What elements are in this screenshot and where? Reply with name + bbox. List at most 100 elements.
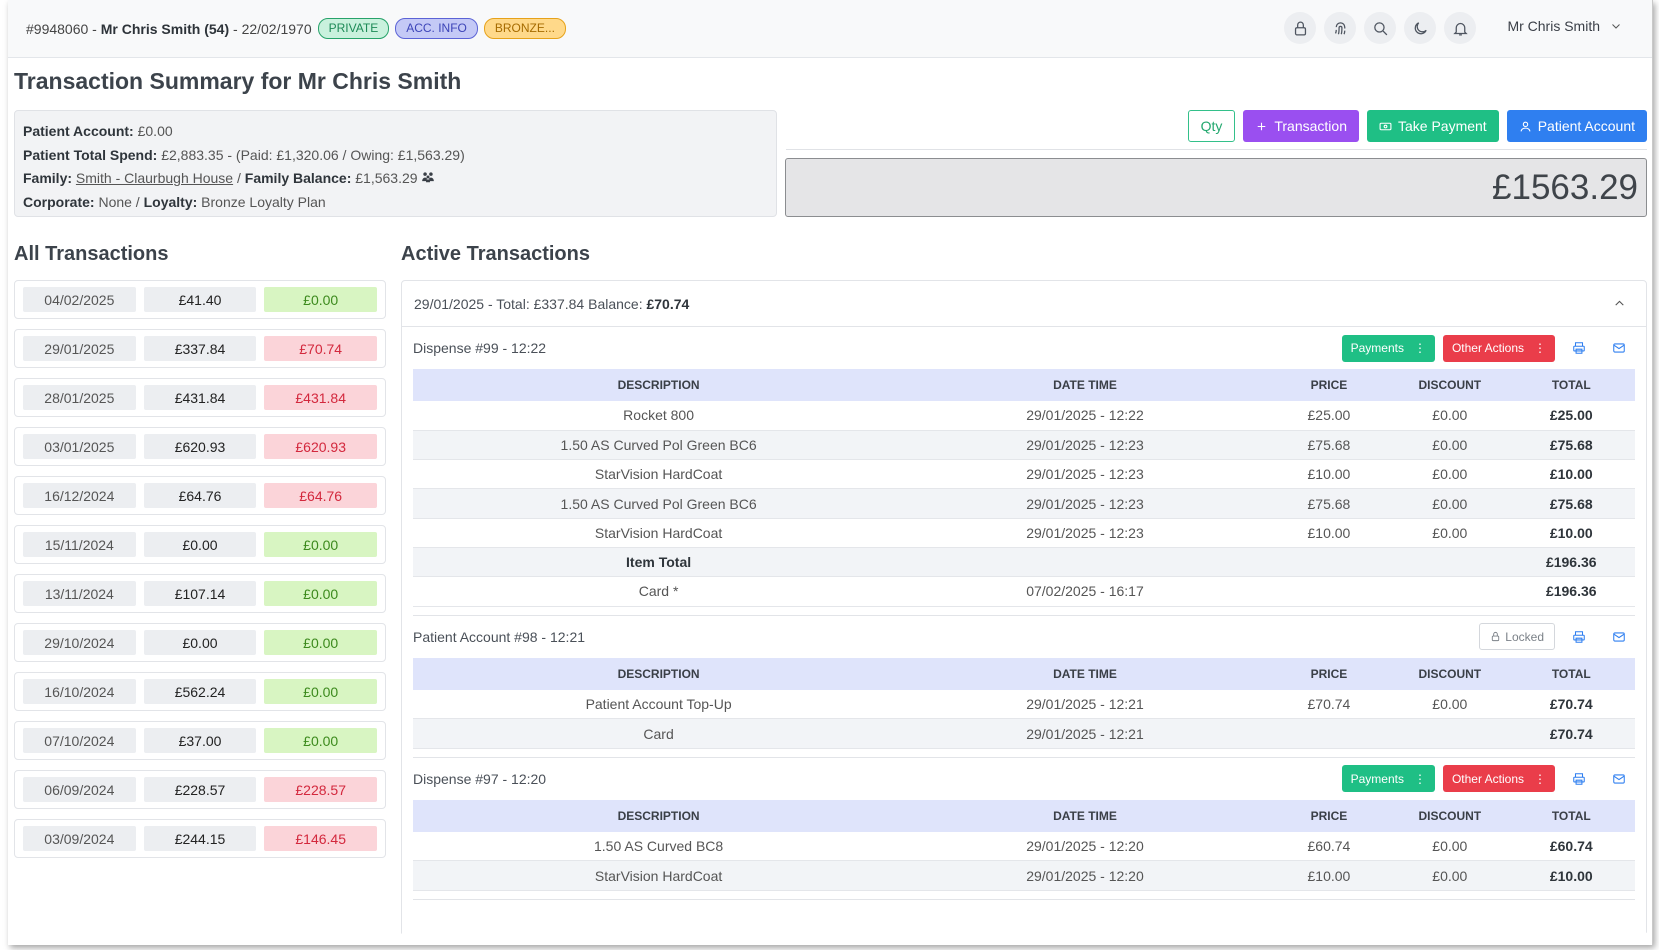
print-button[interactable] <box>1563 623 1595 650</box>
email-button[interactable] <box>1603 335 1635 362</box>
table-header-row: DESCRIPTION DATE TIME PRICE DISCOUNT TOTAL <box>413 799 1635 832</box>
payments-button[interactable]: Payments ⋮ <box>1341 765 1435 793</box>
user-icon <box>1520 121 1531 131</box>
table-cell: £60.74 <box>1507 831 1635 862</box>
table-cell: £0.00 <box>1392 459 1508 490</box>
table-cell: Rocket 800 <box>413 401 905 431</box>
bell-icon[interactable] <box>1444 12 1476 44</box>
table-cell: 1.50 AS Curved BC8 <box>413 831 905 862</box>
patient-account-value: £0.00 <box>137 123 173 139</box>
email-button[interactable] <box>1603 623 1635 650</box>
other-actions-button[interactable]: Other Actions ⋮ <box>1442 765 1555 793</box>
transaction-row[interactable]: 28/01/2025 £431.84 £431.84 <box>14 378 386 417</box>
transaction-row[interactable]: 07/10/2024 £37.00 £0.00 <box>14 721 386 760</box>
kebab-icon: ⋮ <box>1534 341 1546 355</box>
transaction-date: 03/01/2025 <box>23 434 136 459</box>
table-cell: 29/01/2025 - 12:21 <box>904 689 1266 720</box>
transaction-balance: £228.57 <box>264 777 378 802</box>
print-button[interactable] <box>1563 765 1595 792</box>
table-header-row: DESCRIPTION DATE TIME PRICE DISCOUNT TOTAL <box>413 369 1635 401</box>
section-header: Patient Account #98 - 12:21 Locked <box>413 616 1635 658</box>
transaction-row[interactable]: 04/02/2025 £41.40 £0.00 <box>14 280 386 319</box>
table-row[interactable]: StarVision HardCoat 29/01/2025 - 12:23 £10… <box>413 459 1635 490</box>
table-cell: 1.50 AS Curved Pol Green BC6 <box>413 488 905 519</box>
table-cell: 29/01/2025 - 12:23 <box>904 430 1266 461</box>
badge-private[interactable]: PRIVATE <box>317 18 390 39</box>
outstanding-balance: £1563.29 <box>785 158 1647 217</box>
badge-bronze[interactable]: BRONZE... <box>483 18 566 39</box>
transaction-summary-header[interactable]: 29/01/2025 - Total: £337.84 Balance: £70… <box>402 281 1646 327</box>
transaction-amount: £0.00 <box>143 630 257 655</box>
print-button[interactable] <box>1563 335 1595 362</box>
transaction-row[interactable]: 13/11/2024 £107.14 £0.00 <box>14 574 386 613</box>
table-cell: 29/01/2025 - 12:23 <box>904 459 1266 490</box>
table-row[interactable]: Patient Account Top-Up 29/01/2025 - 12:21… <box>413 689 1635 720</box>
table-row[interactable]: Rocket 800 29/01/2025 - 12:22 £25.00 £0.00 £… <box>413 401 1635 431</box>
divider <box>786 149 1647 150</box>
table-cell: £25.00 <box>1507 401 1635 431</box>
locked-button[interactable]: Locked <box>1479 623 1555 651</box>
transaction-row[interactable]: 03/09/2024 £244.15 £146.45 <box>14 819 386 858</box>
transaction-row[interactable]: 06/09/2024 £228.57 £228.57 <box>14 770 386 809</box>
transaction-amount: £562.24 <box>143 679 257 704</box>
transaction-balance: £64.76 <box>264 483 378 508</box>
family-link[interactable]: Smith - Claurbugh House <box>76 170 233 186</box>
add-transaction-button[interactable]: Transaction <box>1243 110 1359 142</box>
table-row[interactable]: StarVision HardCoat 29/01/2025 - 12:23 £10… <box>413 518 1635 548</box>
take-payment-button[interactable]: Take Payment <box>1366 110 1499 142</box>
table-cell <box>1265 576 1393 607</box>
mail-icon <box>1613 774 1625 784</box>
search-icon[interactable] <box>1364 12 1396 44</box>
badge-acc-info[interactable]: ACC. INFO <box>395 18 478 39</box>
transaction-row[interactable]: 03/01/2025 £620.93 £620.93 <box>14 427 386 466</box>
table-cell: StarVision HardCoat <box>413 459 905 490</box>
transaction-row[interactable]: 29/10/2024 £0.00 £0.00 <box>14 623 386 662</box>
table-row[interactable]: Item Total £196.36 <box>413 547 1635 578</box>
payments-button[interactable]: Payments ⋮ <box>1341 334 1435 362</box>
chevron-up-icon[interactable] <box>1613 297 1626 310</box>
transaction-date: 13/11/2024 <box>23 581 136 606</box>
lock-icon[interactable] <box>1284 12 1316 44</box>
family-balance-label: Family Balance: <box>244 170 352 186</box>
fingerprint-icon[interactable] <box>1324 12 1356 44</box>
table-cell <box>1265 547 1393 578</box>
transaction-row[interactable]: 15/11/2024 £0.00 £0.00 <box>14 525 386 564</box>
table-header-row: DESCRIPTION DATE TIME PRICE DISCOUNT TOTAL <box>413 657 1635 690</box>
family-users-icon[interactable] <box>421 170 435 184</box>
other-actions-label: Other Actions <box>1451 341 1524 355</box>
table-cell: Item Total <box>413 547 905 578</box>
transaction-table: DESCRIPTION DATE TIME PRICE DISCOUNT TOTAL Pa… <box>413 657 1635 749</box>
chevron-down-icon <box>1612 24 1620 29</box>
table-row[interactable]: 1.50 AS Curved Pol Green BC6 29/01/2025 -… <box>413 430 1635 461</box>
transaction-row[interactable]: 16/10/2024 £562.24 £0.00 <box>14 672 386 711</box>
user-name: Mr Chris Smith <box>1507 18 1600 34</box>
patient-account-button[interactable]: Patient Account <box>1506 110 1647 142</box>
transaction-balance: £0.00 <box>264 532 378 557</box>
action-bar: Qty Transaction Take Payment Patient Acc… <box>1187 110 1647 142</box>
transaction-section: Patient Account #98 - 12:21 Locked DESCRIP… <box>402 616 1646 758</box>
qty-button[interactable]: Qty <box>1187 110 1236 142</box>
table-cell: £10.00 <box>1507 459 1635 490</box>
add-transaction-label: Transaction <box>1274 118 1347 134</box>
table-cell: £25.00 <box>1265 401 1393 431</box>
printer-icon <box>1573 342 1585 354</box>
kebab-icon: ⋮ <box>1413 771 1426 786</box>
table-row[interactable]: Card 29/01/2025 - 12:21 £70.74 <box>413 718 1635 749</box>
user-menu[interactable]: Mr Chris Smith <box>1507 18 1622 34</box>
table-row[interactable]: 1.50 AS Curved BC8 29/01/2025 - 12:20 £60.… <box>413 831 1635 862</box>
moon-icon[interactable] <box>1404 12 1436 44</box>
section-header: Dispense #97 - 12:20 Payments ⋮ Other Actio… <box>413 758 1635 800</box>
section-tools: Payments ⋮ Other Actions ⋮ <box>1341 334 1635 362</box>
email-button[interactable] <box>1603 765 1635 792</box>
transaction-date: 06/09/2024 <box>23 777 136 802</box>
column-header: PRICE <box>1265 369 1393 401</box>
other-actions-button[interactable]: Other Actions ⋮ <box>1442 334 1555 362</box>
transaction-date: 15/11/2024 <box>23 532 136 557</box>
table-row[interactable]: Card * 07/02/2025 - 16:17 £196.36 <box>413 576 1635 607</box>
lock-icon <box>1492 632 1500 642</box>
transaction-row[interactable]: 29/01/2025 £337.84 £70.74 <box>14 329 386 368</box>
transaction-row[interactable]: 16/12/2024 £64.76 £64.76 <box>14 476 386 515</box>
transaction-summary: 29/01/2025 - Total: £337.84 Balance: £70… <box>414 296 689 312</box>
table-row[interactable]: 1.50 AS Curved Pol Green BC6 29/01/2025 -… <box>413 488 1635 519</box>
active-transactions-panel: 29/01/2025 - Total: £337.84 Balance: £70… <box>401 280 1647 945</box>
